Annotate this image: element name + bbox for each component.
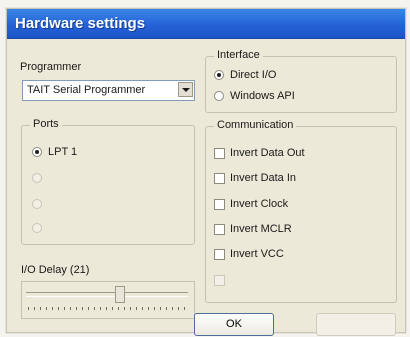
checkbox-icon[interactable]: [214, 224, 225, 235]
chevron-down-icon[interactable]: [178, 82, 193, 97]
checkbox-label: Invert VCC: [230, 248, 284, 260]
slider-ticks: [28, 307, 188, 310]
ports-legend: Ports: [30, 118, 62, 130]
checkbox-label: Invert Data Out: [230, 147, 305, 159]
checkbox-label: Invert MCLR: [230, 223, 292, 235]
communication-legend: Communication: [214, 119, 297, 131]
io-delay-slider[interactable]: [21, 281, 195, 319]
communication-group: Communication Invert Data Out Invert Dat…: [205, 119, 397, 303]
radio-icon[interactable]: [214, 91, 224, 101]
ok-button[interactable]: OK: [194, 313, 274, 336]
interface-legend: Interface: [214, 49, 263, 61]
window-title: Hardware settings: [15, 15, 146, 32]
checkbox-label: Invert Clock: [230, 198, 289, 210]
ports-group: Ports LPT 1: [21, 118, 195, 245]
checkbox-icon[interactable]: [214, 275, 225, 286]
radio-selected-icon[interactable]: [214, 70, 224, 80]
interface-group: Interface Direct I/O Windows API: [205, 49, 397, 113]
checkbox-icon[interactable]: [214, 249, 225, 260]
interface-option-label: Direct I/O: [230, 69, 277, 81]
checkbox-label: Invert Data In: [230, 172, 297, 184]
interface-option-label: Windows API: [230, 90, 295, 102]
radio-selected-icon[interactable]: [32, 147, 42, 157]
checkbox-icon[interactable]: [214, 173, 225, 184]
radio-icon[interactable]: [32, 173, 42, 183]
title-bar[interactable]: Hardware settings: [7, 9, 405, 39]
programmer-select[interactable]: TAIT Serial Programmer: [22, 80, 195, 101]
checkbox-icon[interactable]: [214, 199, 225, 210]
radio-icon[interactable]: [32, 223, 42, 233]
port-option-label: LPT 1: [48, 146, 78, 158]
cancel-button[interactable]: [316, 313, 396, 336]
hardware-settings-window: Hardware settings Programmer TAIT Serial…: [6, 8, 406, 336]
programmer-select-value: TAIT Serial Programmer: [27, 84, 146, 96]
slider-thumb[interactable]: [115, 286, 125, 303]
checkbox-icon[interactable]: [214, 148, 225, 159]
io-delay-label: I/O Delay (21): [21, 264, 90, 276]
slider-track: [26, 292, 188, 297]
programmer-label: Programmer: [20, 61, 82, 73]
radio-icon[interactable]: [32, 199, 42, 209]
